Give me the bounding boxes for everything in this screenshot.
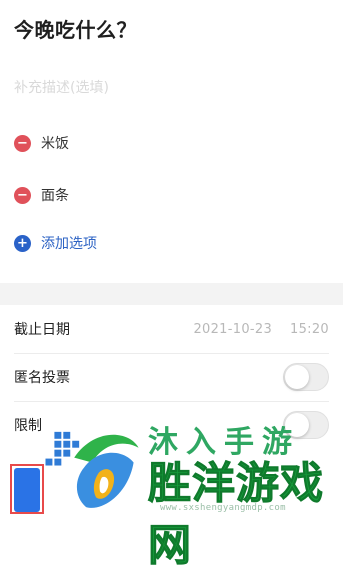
deadline-row[interactable]: 截止日期 2021-10-23 15:20: [14, 305, 329, 354]
option-item: − 米饭: [14, 130, 69, 156]
section-divider: [0, 283, 343, 305]
option-label[interactable]: 面条: [41, 185, 69, 205]
limit-label: 限制: [14, 418, 42, 434]
deadline-label: 截止日期: [14, 322, 70, 338]
submit-button[interactable]: [14, 468, 40, 512]
poll-title[interactable]: 今晚吃什么？: [14, 14, 137, 43]
add-option-button[interactable]: + 添加选项: [14, 230, 97, 256]
watermark-logo-icon: [45, 431, 139, 508]
deadline-date: 2021-10-23: [193, 321, 273, 337]
description-input[interactable]: [14, 76, 314, 100]
watermark-url: www.sxshengyangmdp.com: [160, 503, 286, 513]
deadline-value: 2021-10-23 15:20: [193, 322, 329, 337]
remove-circle-icon[interactable]: −: [14, 186, 31, 204]
add-option-label: 添加选项: [41, 236, 97, 252]
poll-editor: 今晚吃什么？ − 米饭 − 面条 + 添加选项: [0, 0, 343, 283]
option-label[interactable]: 米饭: [41, 133, 69, 153]
option-item: − 面条: [14, 182, 69, 208]
anonymous-toggle[interactable]: [283, 363, 329, 391]
anonymous-row: 匿名投票: [14, 353, 329, 402]
remove-circle-icon[interactable]: −: [14, 134, 31, 152]
anonymous-label: 匿名投票: [14, 370, 70, 386]
toggle-knob: [285, 365, 309, 389]
deadline-time: 15:20: [290, 321, 329, 337]
add-circle-icon: +: [14, 234, 31, 252]
